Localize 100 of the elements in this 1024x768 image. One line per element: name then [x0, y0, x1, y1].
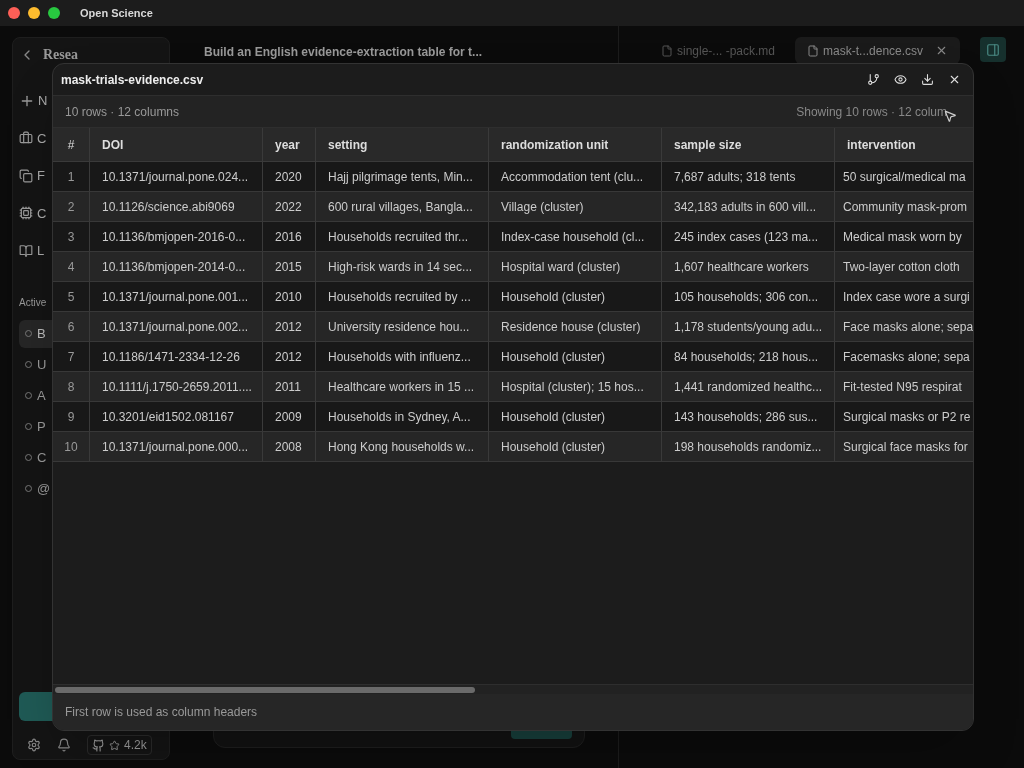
- nav-item[interactable]: F: [37, 166, 45, 186]
- column-header[interactable]: DOI: [90, 128, 263, 161]
- table-cell: Residence house (cluster): [489, 312, 662, 341]
- panel-icon: [986, 42, 1000, 57]
- table-cell: Village (cluster): [489, 192, 662, 221]
- nav-icon[interactable]: [19, 206, 33, 221]
- table-cell: 2009: [263, 402, 316, 431]
- table-cell: 10.1371/journal.pone.001...: [90, 282, 263, 311]
- table-cell: 10.1136/bmjopen-2016-0...: [90, 222, 263, 251]
- minimize-light-icon[interactable]: [28, 7, 40, 19]
- table-cell: Healthcare workers in 15 ...: [316, 372, 489, 401]
- row-number: 10: [53, 432, 90, 461]
- column-header[interactable]: setting: [316, 128, 489, 161]
- session-item[interactable]: P: [19, 412, 52, 441]
- table-cell: Household (cluster): [489, 402, 662, 431]
- table-cell: 2012: [263, 312, 316, 341]
- table-cell: 10.1111/j.1750-2659.2011....: [90, 372, 263, 401]
- row-number: 2: [53, 192, 90, 221]
- nav-item[interactable]: L: [37, 241, 45, 261]
- branch-icon[interactable]: [867, 73, 880, 86]
- table-cell: 84 households; 218 hous...: [662, 342, 835, 371]
- table-cell: Household (cluster): [489, 432, 662, 461]
- nav-item[interactable]: C: [37, 203, 47, 223]
- table-cell: 10.1371/journal.pone.024...: [90, 162, 263, 191]
- session-item[interactable]: B: [19, 319, 52, 348]
- panel-toggle-button[interactable]: [980, 37, 1006, 62]
- row-number: 7: [53, 342, 90, 371]
- table-cell-text: Surgical masks or P2 re: [842, 408, 972, 426]
- table-cell: 2011: [263, 372, 316, 401]
- table-cell: Index-case household (cl...: [489, 222, 662, 251]
- table-cell: 7,687 adults; 318 tents: [662, 162, 835, 191]
- window-title: Open Science: [80, 5, 153, 21]
- zoom-light-icon[interactable]: [48, 7, 60, 19]
- session-item[interactable]: C: [19, 443, 52, 472]
- table-cell: 10.1186/1471-2334-12-26: [90, 342, 263, 371]
- session-item[interactable]: @: [19, 474, 52, 503]
- nav-item[interactable]: C: [37, 128, 47, 148]
- stars-badge[interactable]: 4.2k: [87, 735, 152, 755]
- file-tab[interactable]: mask-t...dence.csv: [795, 37, 961, 64]
- table-cell: 10.1371/journal.pone.002...: [90, 312, 263, 341]
- table-cell: 245 index cases (123 ma...: [662, 222, 835, 251]
- new-label[interactable]: N: [38, 91, 48, 111]
- download-icon[interactable]: [921, 73, 934, 86]
- table-cell-text: Surgical face masks for: [842, 438, 969, 456]
- table-cell: 10.1136/bmjopen-2014-0...: [90, 252, 263, 281]
- table-cell-text: Medical mask worn by: [842, 228, 963, 246]
- close-icon[interactable]: [948, 73, 961, 86]
- session-item[interactable]: U: [19, 350, 52, 379]
- table-cell: Hospital ward (cluster): [489, 252, 662, 281]
- table-cell: Hospital (cluster); 15 hos...: [489, 372, 662, 401]
- table-cell: University residence hou...: [316, 312, 489, 341]
- table-cell: 105 households; 306 con...: [662, 282, 835, 311]
- table-cell-text: Index case wore a surgi: [842, 288, 971, 306]
- column-header[interactable]: sample size: [662, 128, 835, 161]
- table-cell: 10.1371/journal.pone.000...: [90, 432, 263, 461]
- table-cell: Households with influenz...: [316, 342, 489, 371]
- table-cell: 2008: [263, 432, 316, 461]
- scrollbar-thumb[interactable]: [55, 686, 475, 693]
- column-header[interactable]: #: [53, 128, 90, 161]
- column-header[interactable]: year: [263, 128, 316, 161]
- table-cell-text: Two-layer cotton cloth: [842, 258, 961, 276]
- settings-icon[interactable]: [27, 738, 41, 752]
- table-cell: 143 households; 286 sus...: [662, 402, 835, 431]
- file-icon: [807, 44, 820, 57]
- row-number: 3: [53, 222, 90, 251]
- table-cell: 2020: [263, 162, 316, 191]
- table-cell: 2010: [263, 282, 316, 311]
- table-cell-text: 50 surgical/medical ma: [842, 168, 967, 186]
- table-cell: 1,178 students/young adu...: [662, 312, 835, 341]
- table-cell: Household (cluster): [489, 342, 662, 371]
- row-number: 6: [53, 312, 90, 341]
- table-cell: 1,441 randomized healthc...: [662, 372, 835, 401]
- dialog-title: mask-trials-evidence.csv: [61, 71, 204, 89]
- table-cell: 1,607 healthcare workers: [662, 252, 835, 281]
- table-cell-text: Fit-tested N95 respirat: [842, 378, 963, 396]
- nav-icon[interactable]: [19, 168, 33, 183]
- row-number: 9: [53, 402, 90, 431]
- nav-icon[interactable]: [19, 243, 33, 258]
- row-number: 4: [53, 252, 90, 281]
- bell-icon[interactable]: [57, 738, 71, 752]
- close-light-icon[interactable]: [8, 7, 20, 19]
- table-cell: Households in Sydney, A...: [316, 402, 489, 431]
- table-cell-text: Facemasks alone; sepa: [842, 348, 971, 366]
- table-cell: Accommodation tent (clu...: [489, 162, 662, 191]
- sidebar-title: Resea: [43, 46, 78, 64]
- session-item[interactable]: A: [19, 381, 52, 410]
- table-cell-text: Face masks alone; sepa: [842, 318, 973, 336]
- eye-icon[interactable]: [894, 73, 907, 86]
- row-number: 1: [53, 162, 90, 191]
- table-cell: Households recruited thr...: [316, 222, 489, 251]
- table-cell: 342,183 adults in 600 vill...: [662, 192, 835, 221]
- row-number: 8: [53, 372, 90, 401]
- section-label: Active: [19, 295, 47, 310]
- column-header[interactable]: intervention: [835, 128, 973, 161]
- table-cell: Hajj pilgrimage tents, Min...: [316, 162, 489, 191]
- nav-icon[interactable]: [19, 131, 33, 146]
- table-cell: 10.1126/science.abi9069: [90, 192, 263, 221]
- table-cell: 2022: [263, 192, 316, 221]
- column-header[interactable]: randomization unit: [489, 128, 662, 161]
- table-cell: Households recruited by ...: [316, 282, 489, 311]
